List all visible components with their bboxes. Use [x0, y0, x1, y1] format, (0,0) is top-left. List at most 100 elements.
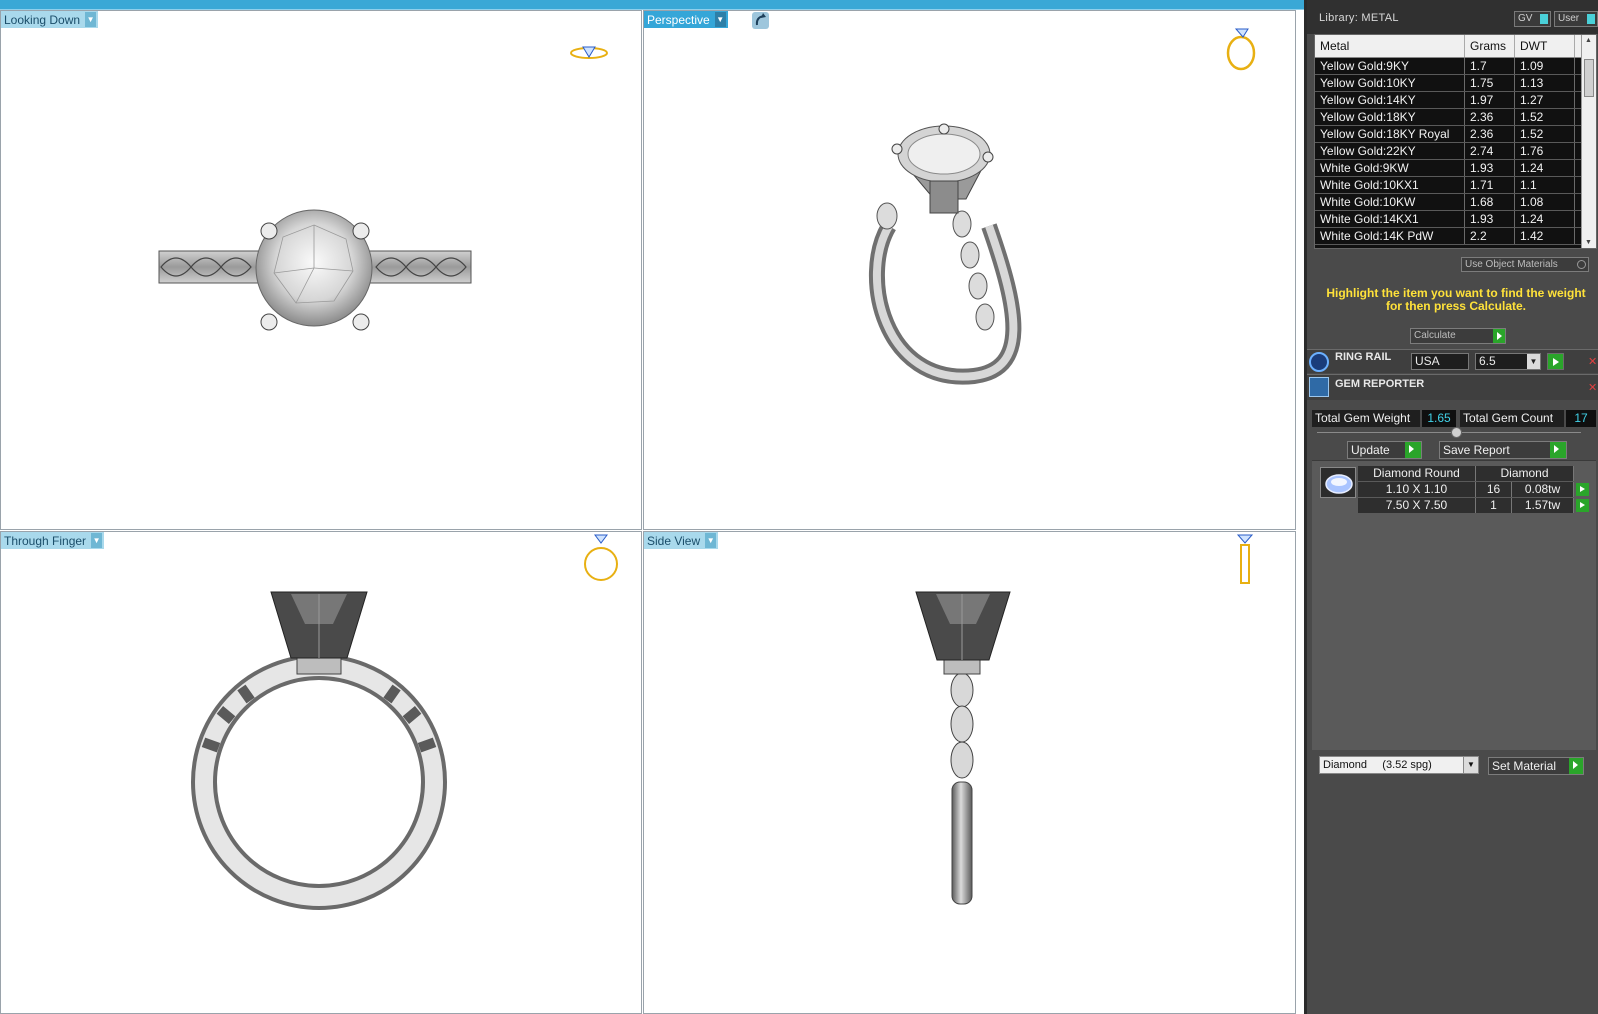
close-icon[interactable]: ✕ [1588, 357, 1598, 368]
gem-reporter-icon[interactable] [1309, 377, 1329, 397]
ring-rail-title: RING RAIL [1335, 351, 1392, 363]
table-cell-metal: White Gold:9KW [1315, 160, 1465, 176]
table-cell-dwt: 1.24 [1515, 211, 1575, 227]
viewport-looking-down[interactable]: Looking Down ▼ [0, 10, 642, 530]
gem-reporter-title: GEM REPORTER [1335, 378, 1425, 390]
ring-size-value: 6.5 [1479, 354, 1496, 368]
metal-table-body: Yellow Gold:9KY 1.7 1.09 Yellow Gold:10KY 1.… [1315, 58, 1596, 245]
metal-table-scrollbar[interactable]: ▲ ▼ [1581, 35, 1596, 248]
table-cell-grams: 2.74 [1465, 143, 1515, 159]
gem-reporter-bar: GEM REPORTER ✕ [1307, 374, 1598, 400]
gv-toggle[interactable]: GV [1514, 11, 1551, 27]
table-cell-dwt: 1.1 [1515, 177, 1575, 193]
play-arrow-icon [1569, 758, 1583, 774]
table-row[interactable]: Yellow Gold:10KY 1.75 1.13 [1315, 75, 1596, 92]
table-row[interactable]: Yellow Gold:9KY 1.7 1.09 [1315, 58, 1596, 75]
calculate-label: Calculate [1414, 330, 1456, 341]
use-object-materials-label: Use Object Materials [1465, 259, 1558, 270]
gem-material-select[interactable]: Diamond (3.52 spg) ▼ [1319, 756, 1479, 774]
table-cell-metal: White Gold:10KX1 [1315, 177, 1465, 193]
collapse-handle-icon[interactable] [1451, 427, 1462, 438]
ring-size-select[interactable]: 6.5 ▼ [1475, 353, 1541, 370]
ring-render-perspective [869, 123, 1022, 385]
table-row[interactable]: White Gold:10KX1 1.71 1.1 [1315, 177, 1596, 194]
apply-ring-size-button[interactable] [1547, 353, 1564, 370]
table-cell-metal: Yellow Gold:9KY [1315, 58, 1465, 74]
metal-table[interactable]: Metal Grams DWT Yellow Gold:9KY 1.7 1.09 Ye… [1314, 34, 1597, 249]
ring-rail-icon[interactable] [1309, 352, 1329, 372]
calculate-hint: Highlight the item you want to find the … [1326, 286, 1586, 313]
table-cell-grams: 2.2 [1465, 228, 1515, 244]
gem-list: Diamond Round Diamond 1.10 X 1.10 16 0.08t… [1312, 460, 1596, 750]
gem-material-value: Diamond (3.52 spg) [1323, 759, 1432, 771]
gem-row[interactable]: 1.10 X 1.10 16 0.08tw [1358, 482, 1589, 497]
table-cell-metal: White Gold:14KX1 [1315, 211, 1465, 227]
update-label: Update [1351, 443, 1390, 457]
user-toggle[interactable]: User [1554, 11, 1598, 27]
play-arrow-icon [1550, 442, 1566, 458]
gem-group-name: Diamond Round [1358, 466, 1476, 481]
column-header-metal[interactable]: Metal [1315, 35, 1465, 57]
save-report-button[interactable]: Save Report [1439, 441, 1567, 459]
play-arrow-icon [1493, 329, 1505, 343]
table-cell-dwt: 1.08 [1515, 194, 1575, 210]
play-arrow-icon[interactable] [1576, 499, 1589, 512]
table-cell-dwt: 1.27 [1515, 92, 1575, 108]
table-row[interactable]: Yellow Gold:22KY 2.74 1.76 [1315, 143, 1596, 160]
table-cell-metal: Yellow Gold:18KY Royal [1315, 126, 1465, 142]
diamond-round-icon[interactable] [1320, 467, 1356, 498]
gem-cell-size: 1.10 X 1.10 [1358, 482, 1476, 497]
app-window: Looking Down ▼ Perspective ▼ Through Fin… [0, 0, 1598, 1014]
ring-render-through-finger [191, 591, 447, 910]
table-row[interactable]: Yellow Gold:18KY 2.36 1.52 [1315, 109, 1596, 126]
update-button[interactable]: Update [1347, 441, 1422, 459]
ring-size-standard-field[interactable]: USA [1411, 353, 1469, 370]
table-cell-dwt: 1.24 [1515, 160, 1575, 176]
viewport-through-finger[interactable]: Through Finger ▼ [0, 531, 642, 1014]
scroll-up-icon[interactable]: ▲ [1585, 37, 1592, 44]
total-gem-count-value: 17 [1566, 410, 1596, 427]
calculate-button[interactable]: Calculate [1410, 328, 1506, 344]
gem-row[interactable]: 7.50 X 7.50 1 1.57tw [1358, 498, 1589, 513]
gv-label: GV [1518, 13, 1533, 24]
table-cell-grams: 1.68 [1465, 194, 1515, 210]
toggle-indicator-icon [1587, 14, 1595, 24]
close-icon[interactable]: ✕ [1588, 383, 1598, 394]
use-object-materials-checkbox[interactable]: Use Object Materials [1461, 257, 1589, 272]
viewport-side-view[interactable]: Side View ▼ [643, 531, 1296, 1014]
table-cell-metal: Yellow Gold:22KY [1315, 143, 1465, 159]
table-cell-dwt: 1.52 [1515, 126, 1575, 142]
chevron-down-icon[interactable]: ▼ [1527, 354, 1540, 369]
table-row[interactable]: Yellow Gold:18KY Royal 2.36 1.52 [1315, 126, 1596, 143]
title-bar [0, 0, 1304, 10]
table-cell-grams: 1.93 [1465, 211, 1515, 227]
gem-cell-size: 7.50 X 7.50 [1358, 498, 1476, 513]
ring-render-looking-down [158, 209, 472, 331]
table-row[interactable]: Yellow Gold:14KY 1.97 1.27 [1315, 92, 1596, 109]
column-header-grams[interactable]: Grams [1465, 35, 1515, 57]
table-cell-metal: Yellow Gold:14KY [1315, 92, 1465, 108]
table-row[interactable]: White Gold:14KX1 1.93 1.24 [1315, 211, 1596, 228]
play-arrow-icon[interactable] [1576, 483, 1589, 496]
gem-group-header: Diamond Round Diamond [1358, 466, 1574, 481]
save-report-label: Save Report [1443, 443, 1510, 457]
table-row[interactable]: White Gold:9KW 1.93 1.24 [1315, 160, 1596, 177]
table-row[interactable]: White Gold:10KW 1.68 1.08 [1315, 194, 1596, 211]
table-cell-dwt: 1.42 [1515, 228, 1575, 244]
table-cell-grams: 1.71 [1465, 177, 1515, 193]
set-material-button[interactable]: Set Material [1488, 757, 1584, 775]
table-cell-grams: 1.7 [1465, 58, 1515, 74]
gem-cell-count: 1 [1476, 498, 1512, 513]
table-cell-grams: 2.36 [1465, 109, 1515, 125]
play-arrow-icon [1405, 442, 1421, 458]
column-header-dwt[interactable]: DWT [1515, 35, 1575, 57]
viewport-perspective[interactable]: Perspective ▼ [643, 10, 1296, 530]
table-row[interactable]: White Gold:14K PdW 2.2 1.42 [1315, 228, 1596, 245]
user-label: User [1558, 13, 1580, 24]
set-material-label: Set Material [1492, 759, 1557, 773]
scroll-thumb[interactable] [1584, 59, 1594, 97]
chevron-down-icon[interactable]: ▼ [1463, 757, 1478, 773]
library-title: Library: METAL [1319, 12, 1399, 24]
toggle-indicator-icon [1540, 14, 1548, 24]
scroll-down-icon[interactable]: ▼ [1585, 239, 1592, 246]
